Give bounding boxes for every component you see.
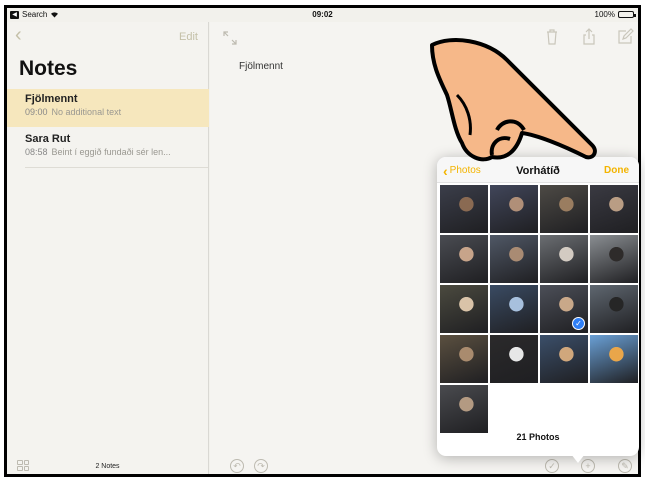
status-bar: ◀ Search 09:02 100% — [7, 8, 638, 22]
photo-picker-popover: ‹ Photos Vorhátíð Done ✓ 21 Photos — [437, 157, 639, 456]
notes-sidebar: ‹ Edit Notes Fjölmennt 09:00 No additiona… — [7, 22, 209, 474]
note-time: 08:58 — [25, 147, 48, 157]
note-time: 09:00 — [25, 107, 48, 117]
note-subtitle: 09:00 No additional text — [25, 107, 209, 117]
note-preview: Beint í eggið fundaði sér len... — [51, 147, 171, 157]
photo-thumbnail[interactable] — [440, 185, 488, 233]
edit-button[interactable]: Edit — [179, 31, 198, 43]
photo-thumbnail[interactable] — [440, 335, 488, 383]
battery-icon — [618, 11, 636, 18]
sidebar-nav: ‹ Edit — [7, 22, 208, 48]
checklist-icon[interactable]: ✓ — [545, 459, 559, 473]
battery-indicator: 100% — [594, 10, 636, 19]
selected-checkmark-icon: ✓ — [572, 317, 585, 330]
note-item-sara-rut[interactable]: Sara Rut 08:58 Beint í eggið fundaði sér … — [7, 129, 209, 167]
photo-thumbnail[interactable]: ✓ — [540, 285, 588, 333]
photo-thumbnail[interactable] — [490, 335, 538, 383]
done-button[interactable]: Done — [604, 165, 629, 176]
markup-pen-icon[interactable]: ✎ — [618, 459, 632, 473]
photo-thumbnail[interactable] — [490, 235, 538, 283]
back-chevron-icon[interactable]: ‹ — [15, 25, 27, 45]
list-divider — [25, 167, 208, 168]
popover-arrow — [571, 454, 585, 463]
photo-thumbnail[interactable] — [590, 235, 638, 283]
sidebar-footer: 2 Notes — [7, 454, 208, 474]
pointing-hand-illustration — [430, 38, 597, 162]
note-preview: No additional text — [51, 107, 122, 117]
note-title: Sara Rut — [25, 133, 71, 145]
photo-thumbnail[interactable] — [440, 235, 488, 283]
expand-icon[interactable] — [222, 30, 238, 46]
photo-thumbnail[interactable] — [540, 235, 588, 283]
photo-thumbnail[interactable] — [440, 385, 488, 433]
photo-thumbnail[interactable] — [590, 185, 638, 233]
photo-grid: ✓ — [440, 185, 638, 433]
compose-icon[interactable] — [616, 28, 634, 46]
photo-count: 21 Photos — [516, 432, 560, 442]
photo-thumbnail[interactable] — [490, 185, 538, 233]
photo-thumbnail[interactable] — [540, 185, 588, 233]
note-title: Fjölmennt — [25, 93, 78, 105]
redo-icon[interactable]: ↷ — [254, 459, 268, 473]
photo-thumbnail[interactable] — [590, 285, 638, 333]
note-body-text[interactable]: Fjölmennt — [239, 61, 283, 72]
photo-thumbnail[interactable] — [590, 335, 638, 383]
photo-thumbnail[interactable] — [490, 285, 538, 333]
status-time: 09:02 — [312, 10, 333, 19]
note-subtitle: 08:58 Beint í eggið fundaði sér len... — [25, 147, 209, 157]
photo-thumbnail[interactable] — [540, 335, 588, 383]
page-title: Notes — [19, 57, 78, 80]
photo-thumbnail[interactable] — [440, 285, 488, 333]
undo-icon[interactable]: ↶ — [230, 459, 244, 473]
notes-count: 2 Notes — [95, 463, 120, 470]
battery-percent: 100% — [594, 10, 615, 19]
note-item-fjolmennt[interactable]: Fjölmennt 09:00 No additional text — [7, 89, 209, 127]
